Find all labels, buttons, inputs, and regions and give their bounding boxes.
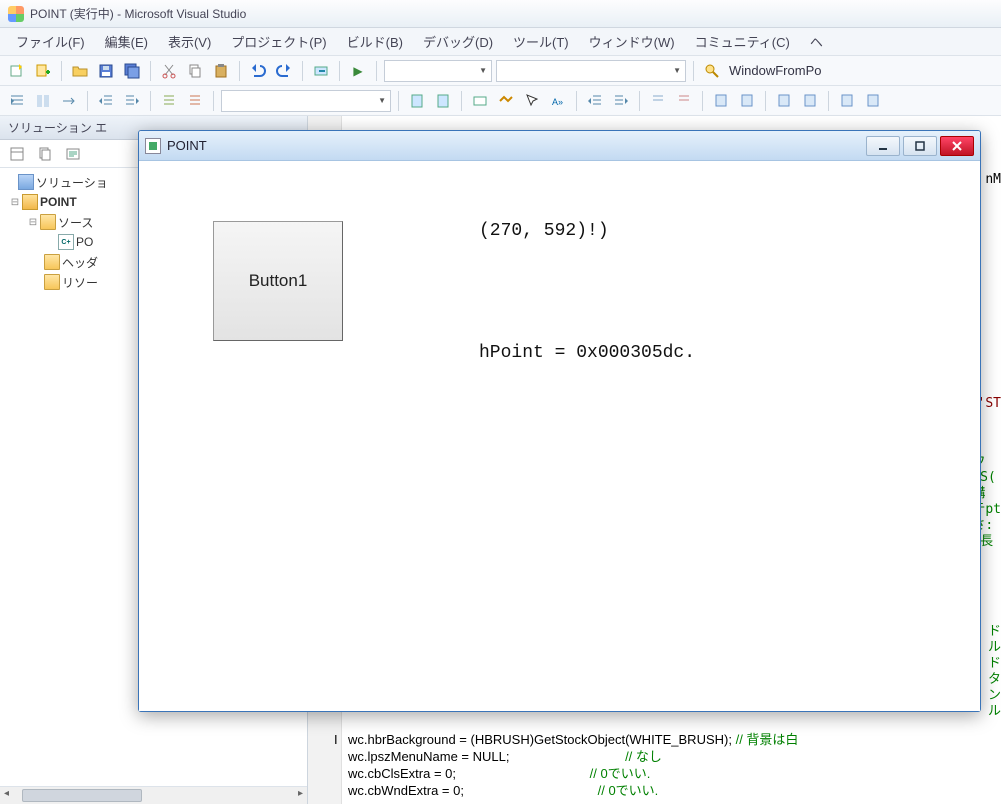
member-dropdown[interactable]: ▼ xyxy=(221,90,391,112)
save-all-button[interactable] xyxy=(121,60,143,82)
properties-button[interactable] xyxy=(6,143,28,165)
app-window-client[interactable]: Button1 (270, 592)!) hPoint = 0x000305dc… xyxy=(139,161,980,711)
menu-debug[interactable]: デバッグ(D) xyxy=(413,29,503,54)
toolbar-text-editor: ▼ A» xyxy=(0,86,1001,116)
code-frag-st: 'ST xyxy=(978,396,1001,412)
menu-community[interactable]: コミュニティ(C) xyxy=(685,29,800,54)
menubar: ファイル(F) 編集(E) 表示(V) プロジェクト(P) ビルド(B) デバッ… xyxy=(0,28,1001,56)
hpoint-text: hPoint = 0x000305dc. xyxy=(479,343,695,363)
project-icon xyxy=(22,194,38,210)
uncomment-button[interactable] xyxy=(184,90,206,112)
menu-file[interactable]: ファイル(F) xyxy=(6,29,95,54)
close-button[interactable] xyxy=(940,136,974,156)
view-code-button[interactable] xyxy=(62,143,84,165)
app-window-title: POINT xyxy=(167,138,866,153)
cut-button[interactable] xyxy=(158,60,180,82)
redo-button[interactable] xyxy=(273,60,295,82)
platform-dropdown[interactable]: ▼ xyxy=(496,60,686,82)
dedent2-button[interactable] xyxy=(584,90,606,112)
cpp-icon: C+ xyxy=(58,234,74,250)
start-debug-button[interactable]: ▶ xyxy=(347,60,369,82)
bookmark-extra-button[interactable] xyxy=(862,90,884,112)
outdent-button[interactable] xyxy=(95,90,117,112)
minimize-button[interactable] xyxy=(866,136,900,156)
indent-button[interactable] xyxy=(121,90,143,112)
save-button[interactable] xyxy=(95,60,117,82)
paste-button[interactable] xyxy=(210,60,232,82)
bookmark-prev2-button[interactable] xyxy=(773,90,795,112)
new-project-button[interactable] xyxy=(6,60,28,82)
bookmark-prev-button[interactable] xyxy=(406,90,428,112)
find-symbol-button[interactable] xyxy=(701,60,723,82)
menu-window[interactable]: ウィンドウ(W) xyxy=(579,29,685,54)
app-window-titlebar[interactable]: POINT xyxy=(139,131,980,161)
menu-build[interactable]: ビルド(B) xyxy=(337,29,413,54)
button1[interactable]: Button1 xyxy=(213,221,343,341)
config-dropdown[interactable]: ▼ xyxy=(384,60,492,82)
add-item-button[interactable] xyxy=(32,60,54,82)
code-text: Iwc.hbrBackground = (HBRUSH)GetStockObje… xyxy=(348,732,1001,800)
open-button[interactable] xyxy=(69,60,91,82)
title-text: POINT (実行中) - Microsoft Visual Studio xyxy=(30,5,246,22)
bookmark-next-button[interactable] xyxy=(432,90,454,112)
word-button[interactable]: A» xyxy=(547,90,569,112)
bookmark-clear-button[interactable] xyxy=(836,90,858,112)
undo-button[interactable] xyxy=(247,60,269,82)
folder-icon xyxy=(44,254,60,270)
copy-button[interactable] xyxy=(184,60,206,82)
menu-tools[interactable]: ツール(T) xyxy=(503,29,579,54)
menu-view[interactable]: 表示(V) xyxy=(158,29,221,54)
toolbar-standard: ▶ ▼ ▼ WindowFromPo xyxy=(0,56,1001,86)
tab-button[interactable] xyxy=(58,90,80,112)
vs-logo-icon xyxy=(8,6,24,22)
indent2-button[interactable] xyxy=(610,90,632,112)
solution-hscrollbar[interactable] xyxy=(0,786,307,804)
app-icon xyxy=(145,138,161,154)
find-label: WindowFromPo xyxy=(729,63,821,78)
code-frag-2: ド ル ド タ ン ル xyxy=(988,624,1001,720)
toggle-button[interactable] xyxy=(32,90,54,112)
menu-help[interactable]: ヘ xyxy=(800,29,833,54)
indent-decrease-button[interactable] xyxy=(6,90,28,112)
bookmark-toggle-button[interactable] xyxy=(736,90,758,112)
cursor-button[interactable] xyxy=(521,90,543,112)
display-quick-button[interactable] xyxy=(495,90,517,112)
comment-button[interactable] xyxy=(158,90,180,112)
code-frag-nm: nM xyxy=(985,172,1001,188)
svg-text:A»: A» xyxy=(552,97,563,107)
solution-icon xyxy=(18,174,34,190)
show-all-button[interactable] xyxy=(34,143,56,165)
menu-project[interactable]: プロジェクト(P) xyxy=(221,29,336,54)
coords-text: (270, 592)!) xyxy=(479,221,609,241)
folder-icon xyxy=(44,274,60,290)
menu-edit[interactable]: 編集(E) xyxy=(95,29,158,54)
bookmark-next2-button[interactable] xyxy=(799,90,821,112)
navigate-button[interactable] xyxy=(310,60,332,82)
uncomment2-button[interactable] xyxy=(673,90,695,112)
folder-icon xyxy=(40,214,56,230)
maximize-button[interactable] xyxy=(903,136,937,156)
app-window: POINT Button1 (270, 592)!) hPoint = 0x00… xyxy=(138,130,981,712)
titlebar: POINT (実行中) - Microsoft Visual Studio xyxy=(0,0,1001,28)
comment2-button[interactable] xyxy=(647,90,669,112)
bookmark-button[interactable] xyxy=(710,90,732,112)
display-param-button[interactable] xyxy=(469,90,491,112)
